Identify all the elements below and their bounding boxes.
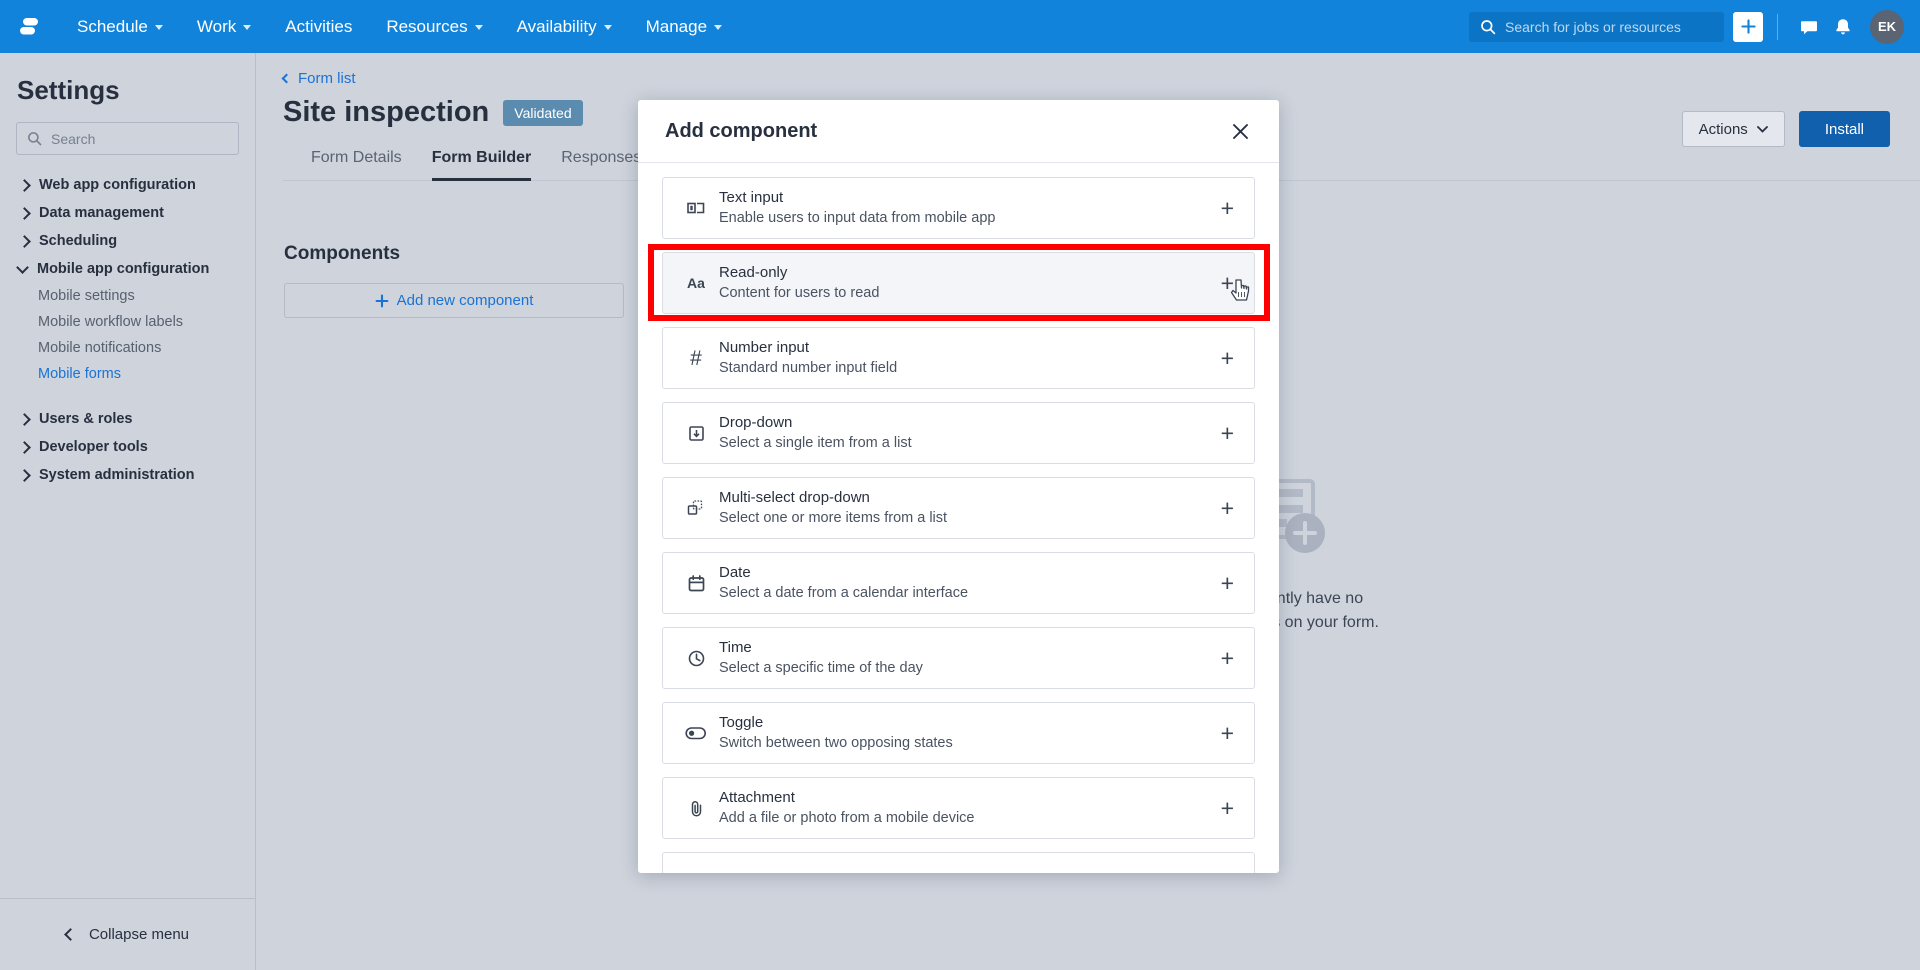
- add-component-plus-icon[interactable]: +: [1221, 197, 1234, 220]
- clock-icon: [681, 649, 711, 668]
- paperclip-icon: [681, 799, 711, 818]
- component-texts: Time Select a specific time of the day: [719, 637, 923, 680]
- add-component-plus-icon[interactable]: +: [1221, 872, 1234, 874]
- component-description: Select a date from a calendar interface: [719, 583, 968, 604]
- component-texts: Toggle Switch between two opposing state…: [719, 712, 953, 755]
- component-texts: Date Select a date from a calendar inter…: [719, 562, 968, 605]
- add-component-plus-icon[interactable]: +: [1221, 797, 1234, 820]
- component-option-attachment[interactable]: Attachment Add a file or photo from a mo…: [662, 777, 1255, 839]
- close-icon[interactable]: [1228, 119, 1252, 143]
- component-description: Enable users to input data from mobile a…: [719, 208, 995, 229]
- component-option-time[interactable]: Time Select a specific time of the day +: [662, 627, 1255, 689]
- component-option-number-input[interactable]: # Number input Standard number input fie…: [662, 327, 1255, 389]
- toggle-icon: [681, 725, 711, 741]
- component-texts: Signature: [719, 872, 783, 873]
- add-component-plus-icon[interactable]: +: [1221, 272, 1234, 295]
- component-name: Toggle: [719, 712, 953, 734]
- component-name: Text input: [719, 187, 995, 209]
- component-option-read-only[interactable]: Aa Read-only Content for users to read +: [662, 252, 1255, 314]
- add-component-plus-icon[interactable]: +: [1221, 722, 1234, 745]
- add-component-plus-icon[interactable]: +: [1221, 347, 1234, 370]
- component-name: Date: [719, 562, 968, 584]
- multi-select-icon: [681, 498, 711, 518]
- component-description: Content for users to read: [719, 283, 879, 304]
- number-input-icon: #: [681, 348, 711, 369]
- component-option-signature[interactable]: Signature +: [662, 852, 1255, 873]
- component-option-multi-select-drop-down[interactable]: Multi-select drop-down Select one or mor…: [662, 477, 1255, 539]
- component-description: Standard number input field: [719, 358, 897, 379]
- component-description: Select a specific time of the day: [719, 658, 923, 679]
- component-description: Select one or more items from a list: [719, 508, 947, 529]
- add-component-modal: Add component Text inp: [638, 100, 1279, 873]
- component-name: Multi-select drop-down: [719, 487, 947, 509]
- component-name: Time: [719, 637, 923, 659]
- modal-title: Add component: [665, 120, 817, 143]
- component-description: Add a file or photo from a mobile device: [719, 808, 975, 829]
- add-component-plus-icon[interactable]: +: [1221, 647, 1234, 670]
- dropdown-icon: [681, 424, 711, 443]
- component-name: Attachment: [719, 787, 975, 809]
- add-component-plus-icon[interactable]: +: [1221, 572, 1234, 595]
- component-texts: Multi-select drop-down Select one or mor…: [719, 487, 947, 530]
- component-option-toggle[interactable]: Toggle Switch between two opposing state…: [662, 702, 1255, 764]
- modal-header: Add component: [638, 100, 1279, 163]
- component-description: Switch between two opposing states: [719, 733, 953, 754]
- component-description: Select a single item from a list: [719, 433, 912, 454]
- component-name: Drop-down: [719, 412, 912, 434]
- add-component-plus-icon[interactable]: +: [1221, 497, 1234, 520]
- component-option-date[interactable]: Date Select a date from a calendar inter…: [662, 552, 1255, 614]
- component-name: Signature: [719, 872, 783, 873]
- app-root: Schedule Work Activities Resources Avail…: [0, 0, 1920, 970]
- component-texts: Number input Standard number input field: [719, 337, 897, 380]
- text-input-icon: [681, 198, 711, 218]
- component-name: Read-only: [719, 262, 879, 284]
- component-name: Number input: [719, 337, 897, 359]
- component-texts: Read-only Content for users to read: [719, 262, 879, 305]
- add-component-plus-icon[interactable]: +: [1221, 422, 1234, 445]
- component-option-text-input[interactable]: Text input Enable users to input data fr…: [662, 177, 1255, 239]
- read-only-icon: Aa: [681, 275, 711, 291]
- component-texts: Attachment Add a file or photo from a mo…: [719, 787, 975, 830]
- component-list[interactable]: Text input Enable users to input data fr…: [638, 163, 1279, 873]
- calendar-icon: [681, 574, 711, 593]
- component-texts: Text input Enable users to input data fr…: [719, 187, 995, 230]
- component-option-drop-down[interactable]: Drop-down Select a single item from a li…: [662, 402, 1255, 464]
- component-texts: Drop-down Select a single item from a li…: [719, 412, 912, 455]
